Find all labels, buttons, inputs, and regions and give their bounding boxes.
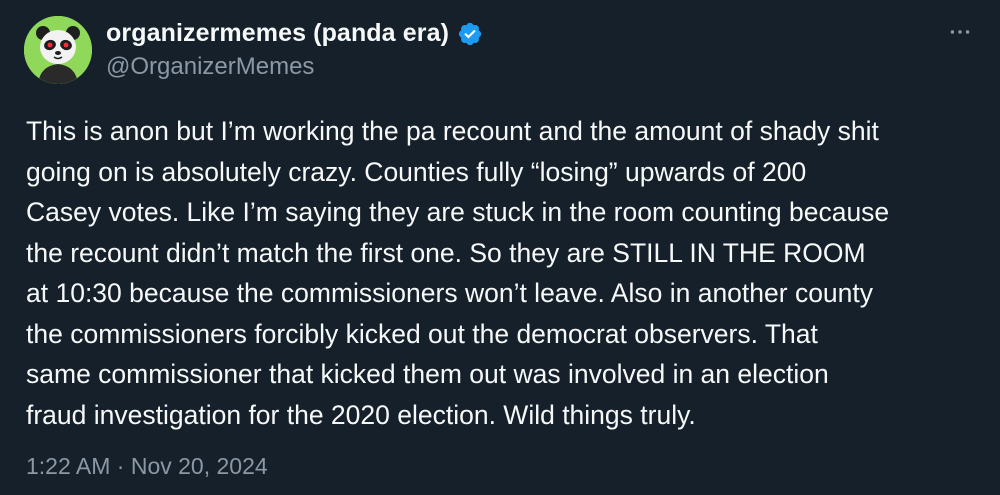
tweet-text: This is anon but I’m working the pa reco… [26, 116, 890, 430]
more-horizontal-icon [950, 30, 970, 34]
more-options-button[interactable] [942, 14, 978, 50]
tweet-date: Nov 20, 2024 [130, 453, 268, 479]
avatar[interactable] [24, 16, 92, 84]
verified-badge-icon[interactable] [457, 21, 483, 47]
tweet-time: 1:22 AM [26, 453, 111, 479]
timestamp-separator: · [116, 453, 125, 479]
tweet-timestamp[interactable]: 1:22 AM · Nov 20, 2024 [26, 453, 268, 480]
display-name[interactable]: organizermemes (panda era) [106, 19, 449, 48]
author-name-row: organizermemes (panda era) [106, 19, 483, 48]
tweet-card: organizermemes (panda era) @OrganizerMem… [0, 0, 1000, 495]
panda-avatar-icon [24, 16, 92, 84]
author-handle[interactable]: @OrganizerMemes [106, 53, 314, 81]
